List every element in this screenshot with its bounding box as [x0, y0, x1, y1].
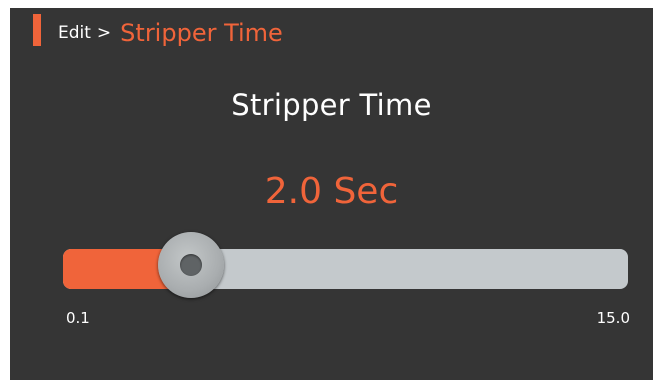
slider-knob-center — [179, 254, 202, 276]
slider-max-label: 15.0 — [596, 309, 630, 327]
header-accent-bar — [33, 14, 41, 46]
breadcrumb-current: Stripper Time — [120, 19, 283, 47]
breadcrumb: Edit > Stripper Time — [58, 18, 283, 48]
breadcrumb-separator: > — [96, 23, 112, 43]
setting-title: Stripper Time — [231, 88, 432, 122]
slider-track[interactable] — [63, 249, 628, 289]
slider-knob[interactable] — [157, 232, 224, 298]
breadcrumb-parent-edit[interactable]: Edit — [58, 23, 91, 43]
slider-min-label: 0.1 — [66, 309, 90, 327]
settings-screen: Edit > Stripper Time Stripper Time 2.0 S… — [10, 8, 653, 380]
setting-value-display: 2.0 Sec — [264, 171, 399, 212]
